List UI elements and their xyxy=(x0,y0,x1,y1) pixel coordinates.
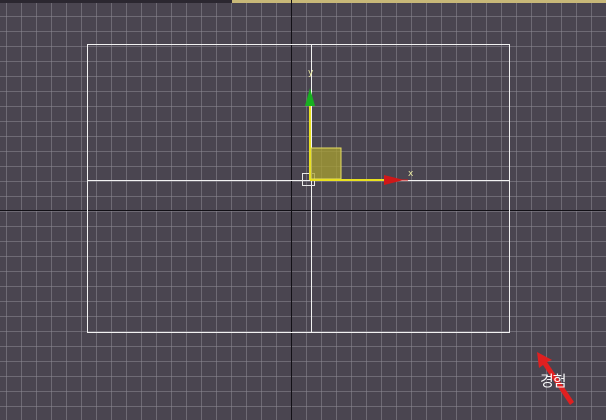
rectangle-center-line-vertical xyxy=(311,44,312,333)
y-axis-label: y xyxy=(308,68,314,78)
viewport-top[interactable]: x y 경험 xyxy=(0,0,606,420)
x-axis-label: x xyxy=(408,169,414,179)
watermark-text: 경험 xyxy=(540,372,567,390)
viewport-label-bar xyxy=(0,0,232,3)
pivot-point-box[interactable] xyxy=(302,173,315,186)
rectangle-center-line-horizontal xyxy=(87,180,510,181)
rectangle-shape[interactable] xyxy=(87,44,510,333)
